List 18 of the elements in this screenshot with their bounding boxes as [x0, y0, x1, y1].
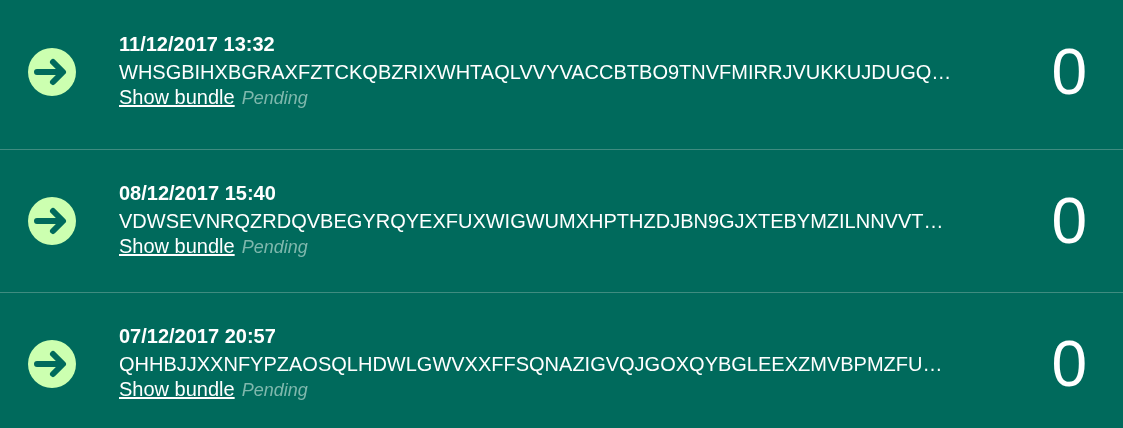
- transaction-address: WHSGBIHXBGRAXFZTCKQBZRIXWHTAQLVVYVACCBTBO9TNVFMIRRJVUKKUJDUGQ…: [119, 59, 953, 85]
- transaction-date: 11/12/2017 13:32: [119, 31, 276, 56]
- transaction-date: 08/12/2017 15:40: [119, 181, 277, 205]
- status-text: Pending: [241, 236, 308, 259]
- show-bundle-link[interactable]: Show bundle: [119, 377, 235, 401]
- transaction-value: 0: [1050, 332, 1088, 396]
- status-text: Pending: [241, 86, 308, 110]
- arrow-right-icon: [28, 47, 76, 96]
- transaction-address: VDWSEVNRQZRDQVBEGYRQYEXFUXWIGWUMXHPTHZDJBN9GJXTEBYMZILNNVVT…: [119, 209, 945, 234]
- arrow-right-icon: [28, 340, 76, 388]
- transaction-value: 0: [1050, 189, 1088, 253]
- arrow-right-icon: [28, 197, 76, 245]
- show-bundle-link[interactable]: Show bundle: [119, 84, 235, 109]
- transaction-date: 07/12/2017 20:57: [119, 324, 277, 348]
- show-bundle-link[interactable]: Show bundle: [119, 234, 235, 258]
- transaction-address: QHHBJJXXNFYPZAOSQLHDWLGWVXXFFSQNAZIGVQJGOXQYBGLEEXZMVBPMZFU…: [119, 352, 944, 377]
- transaction-value: 0: [1050, 39, 1088, 104]
- status-text: Pending: [241, 379, 308, 402]
